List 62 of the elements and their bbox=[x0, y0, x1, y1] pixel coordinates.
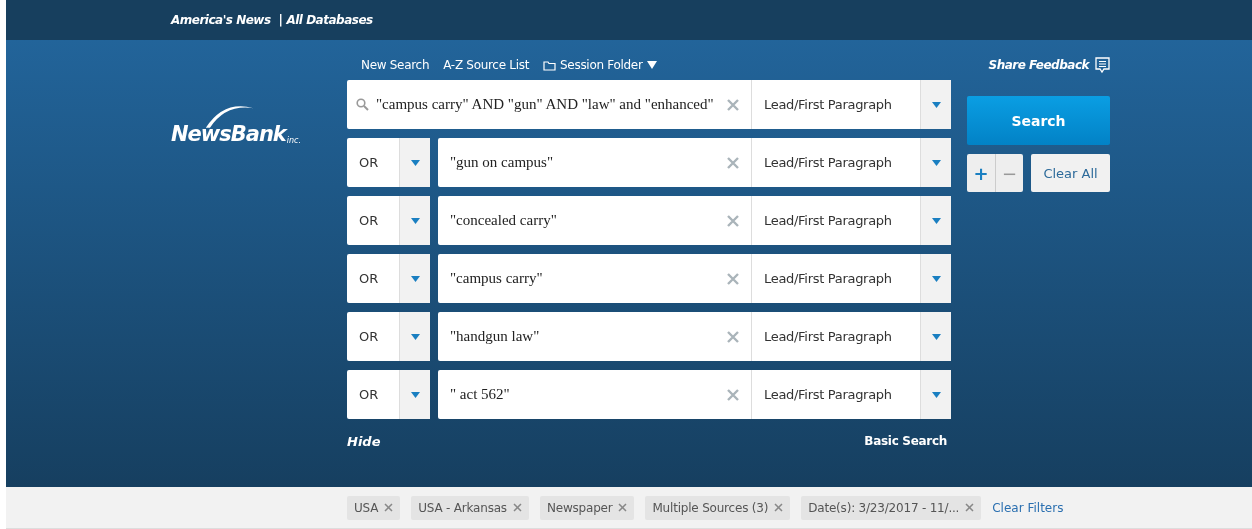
clear-icon[interactable] bbox=[727, 272, 739, 285]
clear-icon[interactable] bbox=[727, 156, 739, 169]
filter-chip[interactable]: USA - Arkansas bbox=[411, 495, 529, 520]
separator: | bbox=[278, 13, 283, 27]
hide-link[interactable]: Hide bbox=[347, 434, 381, 449]
database-link[interactable]: All Databases bbox=[286, 13, 373, 27]
clear-all-button[interactable]: Clear All bbox=[1031, 154, 1110, 192]
filter-chip[interactable]: Newspaper bbox=[539, 495, 635, 520]
field-select[interactable]: Lead/First Paragraph bbox=[752, 370, 951, 419]
session-folder-menu[interactable]: Session Folder bbox=[543, 56, 657, 74]
operator-select[interactable]: OR bbox=[347, 370, 430, 419]
filter-chip[interactable]: USA bbox=[347, 495, 401, 520]
search-icon bbox=[356, 98, 369, 111]
clear-icon[interactable] bbox=[727, 388, 739, 401]
search-field[interactable]: "handgun law" bbox=[438, 312, 752, 361]
search-field[interactable]: "campus carry" bbox=[438, 254, 752, 303]
folder-icon bbox=[543, 59, 557, 71]
caret-icon bbox=[931, 217, 941, 224]
caret-icon bbox=[410, 391, 420, 398]
filter-chip[interactable]: Multiple Sources (3) bbox=[645, 495, 791, 520]
field-select[interactable]: Lead/First Paragraph bbox=[752, 254, 951, 303]
caret-icon bbox=[931, 275, 941, 282]
caret-icon bbox=[931, 159, 941, 166]
basic-search-link[interactable]: Basic Search bbox=[864, 434, 947, 449]
share-feedback-link[interactable]: Share Feedback bbox=[967, 56, 1110, 74]
add-row-button[interactable]: + bbox=[967, 154, 995, 192]
field-select[interactable]: Lead/First Paragraph bbox=[752, 138, 951, 187]
nav-link[interactable]: A-Z Source List bbox=[443, 56, 530, 74]
field-select[interactable]: Lead/First Paragraph bbox=[752, 80, 951, 129]
operator-select[interactable]: OR bbox=[347, 196, 430, 245]
field-select[interactable]: Lead/First Paragraph bbox=[752, 312, 951, 361]
close-icon[interactable] bbox=[965, 503, 975, 512]
caret-icon bbox=[410, 217, 420, 224]
search-field[interactable]: "concealed carry" bbox=[438, 196, 752, 245]
caret-icon bbox=[410, 159, 420, 166]
close-icon[interactable] bbox=[512, 503, 522, 512]
caret-icon bbox=[931, 101, 941, 108]
clear-icon[interactable] bbox=[727, 330, 739, 343]
search-field[interactable]: "campus carry" AND "gun" AND "law" and "enhanced" bbox=[347, 80, 752, 129]
clear-icon[interactable] bbox=[727, 214, 739, 227]
close-icon[interactable] bbox=[618, 503, 628, 512]
caret-icon bbox=[646, 61, 657, 69]
product-name[interactable]: America's News bbox=[171, 13, 271, 27]
operator-select[interactable]: OR bbox=[347, 254, 430, 303]
feedback-icon bbox=[1095, 56, 1110, 74]
operator-select[interactable]: OR bbox=[347, 138, 430, 187]
search-field[interactable]: "gun on campus" bbox=[438, 138, 752, 187]
close-icon[interactable] bbox=[384, 503, 394, 512]
clear-icon[interactable] bbox=[727, 98, 739, 111]
field-select[interactable]: Lead/First Paragraph bbox=[752, 196, 951, 245]
search-field[interactable]: " act 562" bbox=[438, 370, 752, 419]
search-button[interactable]: Search bbox=[967, 96, 1110, 145]
caret-icon bbox=[410, 275, 420, 282]
caret-icon bbox=[931, 391, 941, 398]
operator-select[interactable]: OR bbox=[347, 312, 430, 361]
caret-icon bbox=[410, 333, 420, 340]
clear-filters-link[interactable]: Clear Filters bbox=[992, 500, 1064, 515]
newsbank-logo[interactable]: NewsBankinc. bbox=[171, 104, 304, 148]
filter-chip[interactable]: Date(s): 3/23/2017 - 11/... bbox=[801, 495, 982, 520]
caret-icon bbox=[931, 333, 941, 340]
close-icon[interactable] bbox=[774, 503, 784, 512]
nav-link[interactable]: New Search bbox=[361, 56, 430, 74]
